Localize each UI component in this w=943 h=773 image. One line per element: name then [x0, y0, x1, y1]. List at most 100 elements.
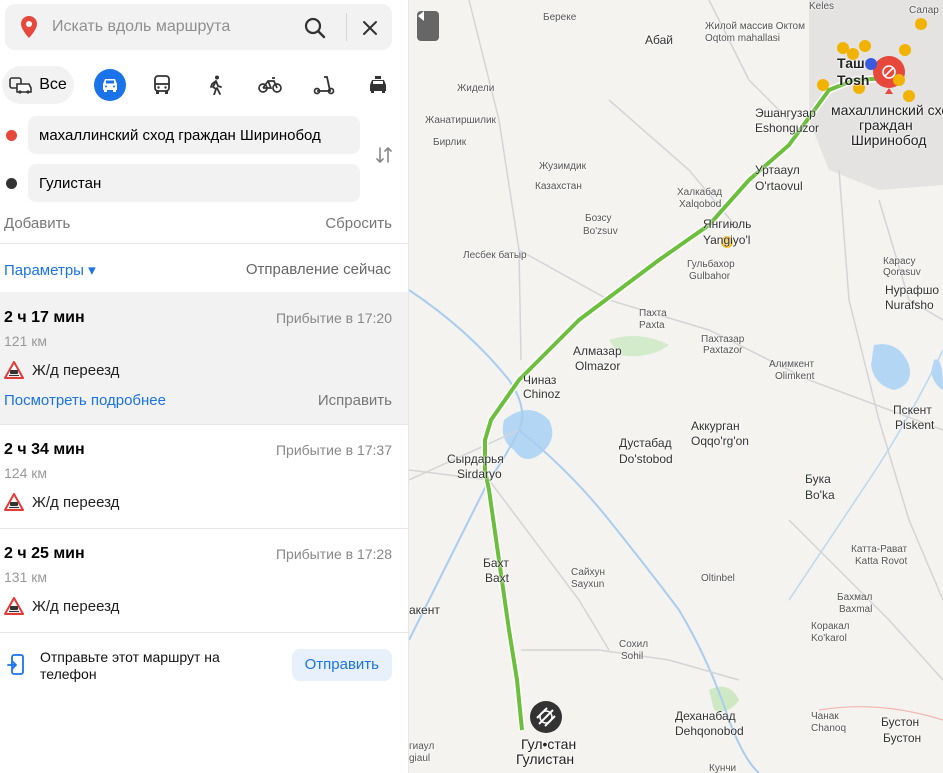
from-field[interactable]: махаллинский сход граждан Ширинобод: [28, 116, 360, 154]
mode-car-button[interactable]: [94, 69, 126, 101]
mode-scooter-button[interactable]: [308, 66, 340, 104]
view-details-link[interactable]: Посмотреть подробнее: [4, 392, 166, 409]
place-label: Piskent: [895, 418, 935, 432]
map-view[interactable]: Береке Keles Салар Абай Жилой массив Окт…: [409, 0, 943, 773]
place-label: Bo'ka: [805, 488, 835, 502]
route-duration: 2 ч 25 мин: [4, 545, 85, 562]
parameters-dropdown[interactable]: Параметры ▾: [4, 261, 96, 279]
place-label: Gulbahor: [689, 271, 731, 282]
route-panel: Искать вдоль маршрута Все махаллинский с…: [0, 0, 409, 773]
close-icon[interactable]: [357, 15, 383, 41]
place-label: Уртааул: [755, 163, 800, 177]
city-label: Tosh: [837, 72, 870, 88]
place-label: Paxta: [639, 320, 665, 331]
place-label: giaul: [409, 753, 431, 764]
place-label: Chanoq: [811, 723, 847, 734]
city-label: Гул•стан: [521, 736, 577, 752]
place-label: Янгиюль: [703, 217, 752, 231]
railroad-crossing-icon: [4, 597, 24, 615]
place-label: Нурафшо: [885, 283, 940, 297]
route-arrival: Прибытие в 17:28: [275, 546, 392, 562]
route-search-bar: Искать вдоль маршрута: [5, 4, 392, 50]
railroad-crossing-icon: [4, 493, 24, 511]
place-label: Bo'zsuv: [583, 226, 618, 237]
poi-marker-blue: [865, 58, 877, 70]
place-label: Пскент: [893, 403, 932, 417]
place-label: Baxmal: [839, 604, 873, 615]
place-label: Sirdaryo: [457, 467, 502, 481]
place-label: Бустон: [883, 731, 922, 745]
add-point-button[interactable]: Добавить: [4, 215, 70, 232]
place-label: Лесбек батыр: [463, 250, 527, 261]
mode-bike-button[interactable]: [254, 66, 286, 104]
route-duration: 2 ч 34 мин: [4, 441, 85, 458]
route-distance: 121 км: [4, 333, 47, 349]
place-label: Keles: [809, 1, 835, 12]
mode-bus-button[interactable]: [146, 66, 178, 104]
place-label: Бустон: [881, 715, 920, 729]
place-label: Oqqo'rg'on: [691, 434, 749, 448]
route-distance: 124 км: [4, 465, 47, 481]
route-option-1[interactable]: 2 ч 17 мин Прибытие в 17:20 121 км Ж/д п…: [0, 292, 408, 424]
divider: [0, 243, 408, 244]
place-label: Жидели: [457, 83, 495, 94]
send-button[interactable]: Отправить: [291, 649, 392, 681]
destination-pin: [530, 701, 562, 733]
route-actions: Добавить Сбросить: [4, 215, 392, 232]
place-label: Бирлик: [433, 137, 467, 148]
railroad-crossing-icon: [4, 361, 24, 379]
search-icon[interactable]: [302, 15, 328, 41]
scooter-icon: [313, 76, 335, 95]
place-label: Chinoz: [523, 387, 561, 401]
mode-taxi-button[interactable]: [362, 66, 394, 104]
divider: [346, 13, 347, 41]
destination-label: граждан: [859, 117, 913, 133]
city-label: Таш: [837, 55, 865, 71]
place-label: Салар: [909, 5, 939, 16]
place-label: Eshonguzor: [755, 121, 820, 135]
destination-label: Ширинобод: [851, 132, 927, 148]
route-option-2[interactable]: 2 ч 34 мин Прибытие в 17:37 124 км Ж/д п…: [0, 424, 408, 528]
taxi-icon: [370, 76, 386, 93]
place-label: Oltinbel: [701, 573, 735, 584]
place-label: Абай: [645, 33, 673, 47]
route-warning: Ж/д переезд: [4, 361, 119, 379]
fix-route-button[interactable]: Исправить: [318, 392, 392, 409]
place-label: акент: [409, 603, 440, 617]
route-arrival: Прибытие в 17:37: [275, 442, 392, 458]
place-label: Xalqobod: [679, 199, 722, 210]
chevron-left-icon: [418, 11, 424, 21]
route-option-3[interactable]: 2 ч 25 мин Прибытие в 17:28 131 км Ж/д п…: [0, 528, 408, 632]
to-field[interactable]: Гулистан: [28, 164, 360, 202]
place-label: Бахт: [483, 556, 509, 570]
route-warning: Ж/д переезд: [4, 597, 119, 615]
map-pin-icon: [21, 16, 37, 38]
departure-time-selector[interactable]: Отправление сейчас: [246, 261, 391, 278]
place-label: Бука: [805, 472, 831, 486]
route-duration: 2 ч 17 мин: [4, 309, 85, 326]
place-label: Nurafsho: [885, 298, 934, 312]
walk-icon: [210, 75, 222, 95]
mode-all-button[interactable]: Все: [2, 66, 74, 104]
place-label: Olimkent: [775, 371, 815, 382]
place-label: Эшангузар: [755, 106, 816, 120]
destination-label: махаллинский сход: [831, 102, 943, 118]
place-label: Дустабад: [619, 436, 672, 450]
place-label: Кунчи: [709, 763, 737, 773]
place-label: Чиназ: [523, 373, 557, 387]
swap-arrows-icon[interactable]: [374, 144, 394, 166]
route-warning-text: Ж/д переезд: [32, 361, 120, 379]
place-label: Oqtom mahallasi: [705, 33, 781, 44]
collapse-panel-button[interactable]: [417, 11, 439, 41]
place-label: Baxt: [485, 571, 510, 585]
start-point-marker: [6, 130, 17, 141]
place-label: Sohil: [621, 651, 644, 662]
search-input[interactable]: Искать вдоль маршрута: [52, 18, 230, 36]
route-warning-text: Ж/д переезд: [32, 597, 120, 615]
mode-walk-button[interactable]: [200, 66, 232, 104]
reset-button[interactable]: Сбросить: [325, 215, 392, 232]
place-label: Ko'karol: [811, 633, 847, 644]
send-to-phone-text: Отправьте этот маршрут на телефон: [40, 649, 220, 682]
place-label: Аккурган: [691, 419, 740, 433]
city-label: Гулистан: [516, 751, 575, 767]
